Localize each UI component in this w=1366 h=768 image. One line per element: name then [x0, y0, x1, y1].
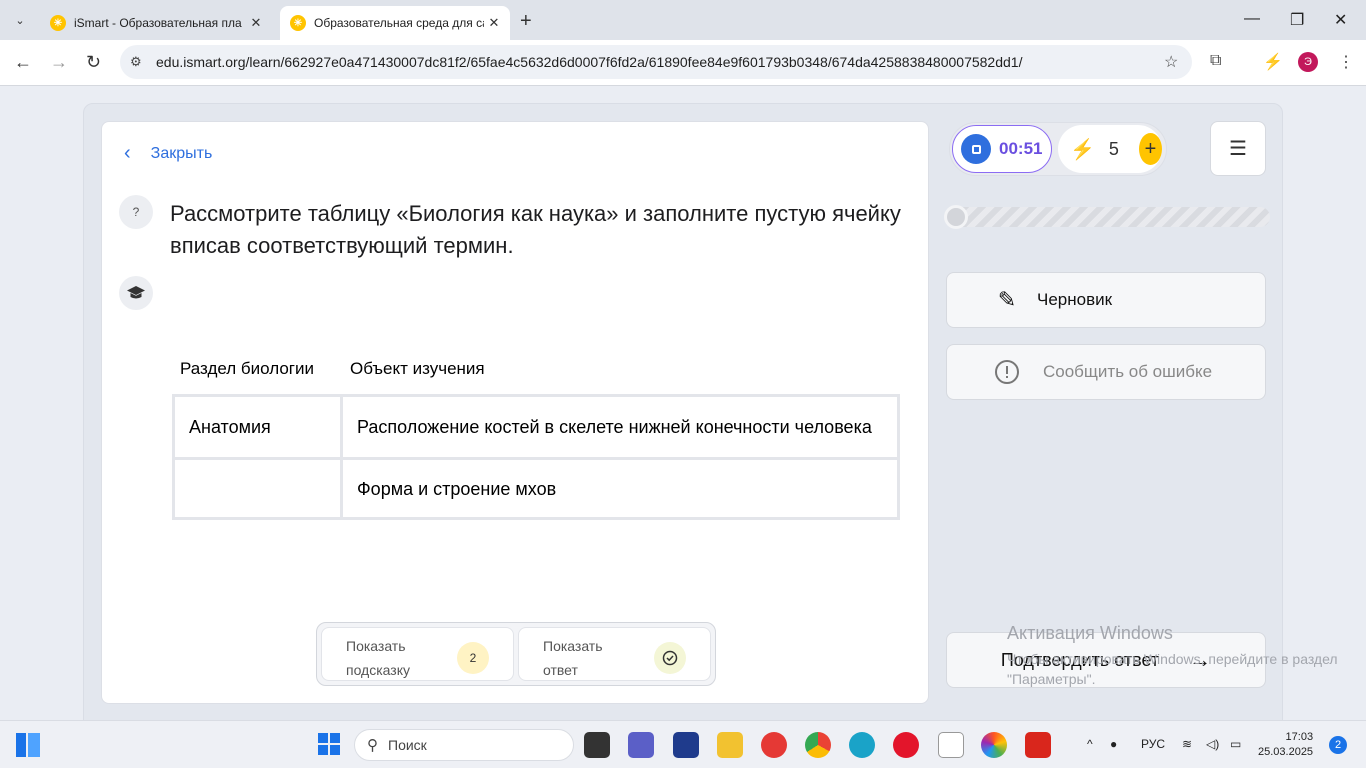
taskbar-clock[interactable]: 17:03 25.03.2025 [1258, 730, 1313, 760]
forward-arrow-icon[interactable]: → [50, 52, 68, 73]
menu-list-icon[interactable]: ☰ [1210, 121, 1266, 176]
volume-icon[interactable]: ◁) [1206, 737, 1219, 751]
tab-strip: ⌄ ✳ iSmart - Образовательная пла ✕ ✳ Обр… [0, 0, 1366, 40]
address-bar[interactable]: ⚙ edu.ismart.org/learn/662927e0a47143000… [120, 45, 1192, 79]
close-link[interactable]: ‹ Закрыть [124, 142, 212, 165]
battery-icon[interactable]: ▭ [1230, 737, 1241, 751]
tab-learning-env[interactable]: ✳ Образовательная среда для са ✕ [280, 6, 510, 40]
site-info-icon[interactable]: ⚙ [130, 54, 150, 70]
page-content: ‹ Закрыть ? Рассмотрите таблицу «Биологи… [0, 86, 1366, 743]
close-label: Закрыть [150, 144, 213, 162]
restore-icon[interactable]: ❐ [1290, 10, 1304, 30]
extensions-icon[interactable]: ⧉ [1210, 52, 1221, 70]
ismart-favicon-icon: ✳ [50, 15, 66, 31]
widgets-icon[interactable] [16, 733, 40, 757]
energy-counter: ⚡ 5 + [1058, 125, 1162, 173]
tab-search-chevron-icon[interactable]: ⌄ [8, 8, 32, 32]
table-header: Раздел биологии Объект изучения [172, 344, 900, 394]
calendar-app-icon[interactable] [673, 732, 699, 758]
wps-office-icon[interactable] [1025, 732, 1051, 758]
table-body: Анатомия Расположение костей в скелете н… [172, 394, 900, 520]
timer-value: 00:51 [999, 139, 1043, 158]
chrome-icon[interactable] [805, 732, 831, 758]
chevron-up-icon[interactable]: ^ [1087, 737, 1093, 751]
timer: 00:51 [952, 125, 1052, 173]
show-hint-label: Показать подсказку [346, 638, 410, 678]
show-answer-button[interactable]: Показать ответ [518, 627, 711, 681]
close-tab-icon[interactable]: ✕ [484, 15, 504, 31]
timer-energy-widget: 00:51 ⚡ 5 + [949, 122, 1167, 176]
draft-label: Черновик [1037, 290, 1113, 309]
clock-date: 25.03.2025 [1258, 746, 1314, 758]
edge-icon[interactable] [849, 732, 875, 758]
ismart-favicon-icon: ✳ [290, 15, 306, 31]
windows-start-icon[interactable] [318, 733, 342, 757]
windows-activation-title: Активация Windows [1007, 623, 1173, 643]
taskbar-search-label: Поиск [388, 737, 427, 753]
pencil-icon: ✎ [997, 287, 1017, 312]
language-indicator[interactable]: РУС [1141, 737, 1165, 751]
table-cell: Расположение костей в скелете нижней кон… [357, 417, 872, 437]
browser-toolbar: ← → ↻ ⚙ edu.ismart.org/learn/662927e0a47… [0, 40, 1366, 86]
table-row: Форма и строение мхов [175, 457, 897, 517]
table-row: Анатомия Расположение костей в скелете н… [175, 397, 897, 457]
check-circle-icon [654, 642, 686, 674]
wifi-icon[interactable]: ≋ [1182, 737, 1192, 751]
question-text: Рассмотрите таблицу «Биология как наука»… [170, 201, 901, 258]
close-tab-icon[interactable]: ✕ [246, 15, 266, 31]
task-view-icon[interactable] [584, 732, 610, 758]
reload-icon[interactable]: ↻ [86, 52, 101, 73]
energy-value: 5 [1108, 138, 1119, 159]
colorful-app-icon[interactable] [981, 732, 1007, 758]
tab-ismart[interactable]: ✳ iSmart - Образовательная пла ✕ [40, 6, 272, 40]
tab-title: iSmart - Образовательная пла [74, 16, 242, 30]
graduation-cap-icon[interactable] [119, 276, 153, 310]
minimize-icon[interactable]: — [1244, 10, 1260, 28]
tray-app-icon[interactable]: ● [1110, 737, 1117, 751]
teams-icon[interactable] [628, 732, 654, 758]
bookmark-star-icon[interactable]: ☆ [1164, 52, 1192, 72]
column-header-section: Раздел биологии [180, 359, 314, 378]
file-explorer-icon[interactable] [717, 732, 743, 758]
back-arrow-icon[interactable]: ← [14, 52, 32, 73]
report-error-label: Сообщить об ошибке [1043, 362, 1213, 381]
profile-avatar[interactable]: Э [1298, 52, 1318, 72]
table-cell: Анатомия [175, 397, 343, 457]
biology-table: Раздел биологии Объект изучения Анатомия… [172, 344, 900, 520]
draft-button[interactable]: ✎ Черновик [946, 272, 1266, 328]
answer-cell-empty[interactable] [175, 460, 343, 517]
lightbulb-icon: 2 [457, 642, 489, 674]
hint-count: 2 [469, 651, 477, 665]
column-header-object: Объект изучения [350, 359, 485, 378]
opera-icon[interactable] [893, 732, 919, 758]
chevron-left-icon: ‹ [124, 142, 131, 164]
exclamation-circle-icon [987, 357, 1027, 387]
search-icon: ⚲ [367, 737, 378, 754]
url-text[interactable]: edu.ismart.org/learn/662927e0a471430007d… [156, 54, 1164, 70]
chrome-menu-icon[interactable]: ⋮ [1338, 52, 1354, 72]
add-energy-button[interactable]: + [1138, 133, 1162, 165]
show-hint-button[interactable]: Показать подсказку 2 [321, 627, 514, 681]
lesson-progress-bar [944, 205, 1270, 229]
windows-activation-text: Чтобы активировать Windows, перейдите в … [1007, 651, 1338, 687]
lightning-icon: ⚡ [1070, 138, 1095, 161]
tab-title: Образовательная среда для са [314, 16, 484, 30]
notification-badge[interactable]: 2 [1329, 736, 1347, 754]
window-close-icon[interactable]: ✕ [1334, 10, 1347, 30]
taskbar-search[interactable]: ⚲ Поиск [354, 729, 574, 761]
table-cell: Форма и строение мхов [357, 478, 557, 499]
hint-panel: Показать подсказку 2 Показать ответ [316, 622, 716, 686]
yandex-browser-icon[interactable] [761, 732, 787, 758]
progress-knob [944, 205, 968, 229]
new-tab-plus-icon[interactable]: + [520, 10, 532, 33]
show-answer-label: Показать ответ [543, 638, 603, 678]
help-icon[interactable]: ? [119, 195, 153, 229]
performance-icon[interactable]: ⚡ [1263, 52, 1283, 72]
question-card: ‹ Закрыть ? Рассмотрите таблицу «Биологи… [101, 121, 929, 704]
clock-time: 17:03 [1285, 731, 1314, 743]
stop-timer-icon[interactable] [961, 134, 991, 164]
windows-taskbar: ⚲ Поиск ^ ● РУС ≋ ◁) ▭ 17:03 25.03.2025 … [0, 720, 1366, 768]
report-error-button[interactable]: Сообщить об ошибке [946, 344, 1266, 400]
blank-document-icon[interactable] [938, 732, 964, 758]
